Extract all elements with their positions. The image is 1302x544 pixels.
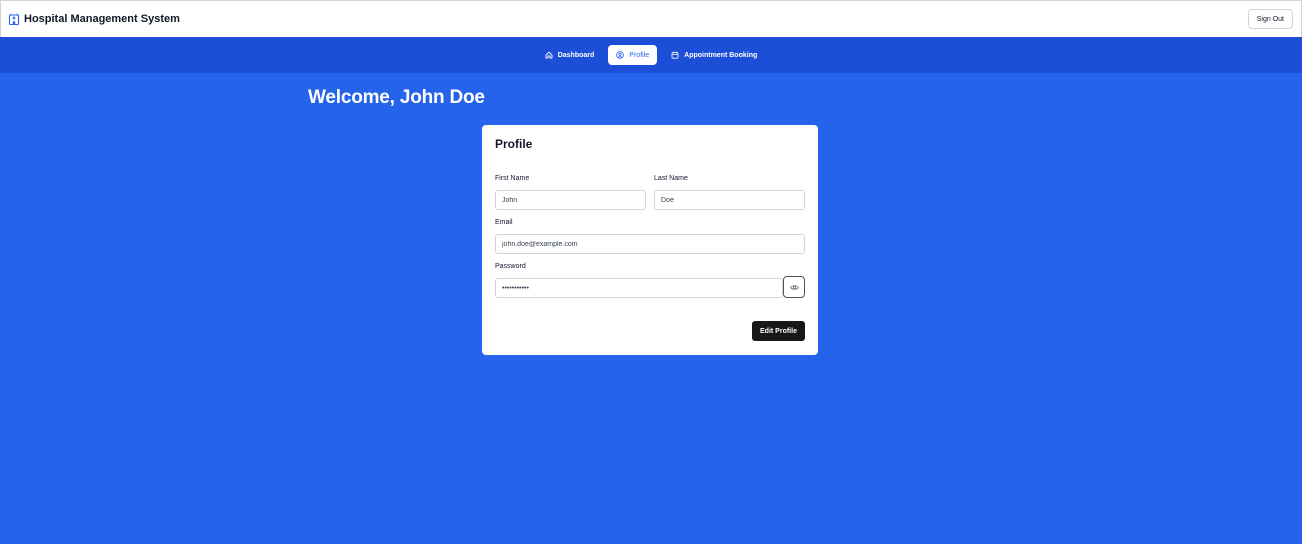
profile-card-title: Profile	[495, 137, 533, 151]
last-name-label: Last Name	[654, 175, 688, 182]
profile-card: Profile First Name Last Name Email Passw…	[482, 125, 818, 355]
first-name-field[interactable]	[495, 190, 646, 210]
nav-item-label: Dashboard	[557, 51, 595, 59]
edit-profile-button[interactable]: Edit Profile	[752, 321, 805, 341]
user-circle-icon	[616, 51, 625, 59]
sign-out-button[interactable]: Sign Out	[1247, 9, 1293, 29]
email-field[interactable]	[495, 234, 805, 254]
password-label: Password	[495, 263, 526, 270]
hospital-building-icon	[8, 13, 20, 25]
email-label: Email	[495, 219, 513, 226]
nav-item-appointment-booking[interactable]: Appointment Booking	[663, 45, 765, 65]
last-name-field[interactable]	[654, 190, 805, 210]
nav-item-dashboard[interactable]: Dashboard	[537, 45, 603, 65]
toggle-password-visibility-button[interactable]	[783, 276, 805, 298]
nav-item-label: Profile	[629, 51, 650, 59]
main-nav: Dashboard Profile Appointment Booking	[0, 37, 1302, 73]
first-name-label: First Name	[495, 175, 530, 182]
nav-item-label: Appointment Booking	[684, 51, 758, 59]
nav-item-profile[interactable]: Profile	[608, 45, 658, 65]
app-header: Hospital Management System Sign Out	[0, 0, 1302, 37]
welcome-heading: Welcome, John Doe	[308, 87, 485, 108]
app-title: Hospital Management System	[24, 13, 180, 25]
calendar-icon	[671, 51, 679, 59]
home-icon	[545, 51, 553, 59]
eye-icon	[789, 283, 799, 292]
brand: Hospital Management System	[8, 13, 180, 25]
password-field[interactable]	[495, 278, 783, 298]
